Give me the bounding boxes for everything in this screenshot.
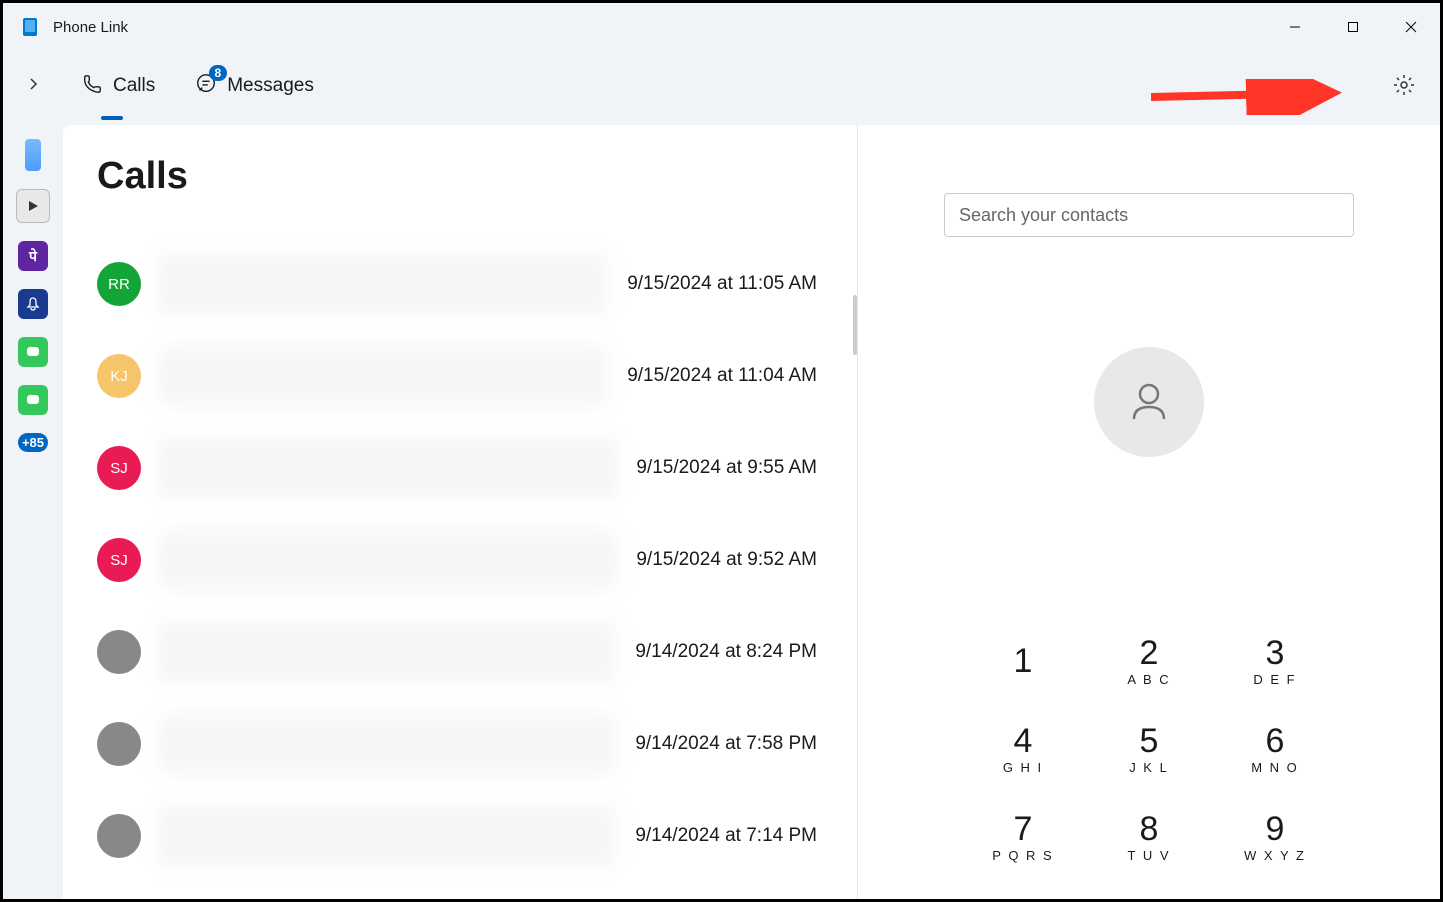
call-row[interactable]: 9/14/2024 at 8:24 PM <box>97 606 857 698</box>
calls-panel: Calls RR 9/15/2024 at 11:05 AM KJ 9/15/2024… <box>63 125 858 899</box>
window-controls <box>1266 3 1440 51</box>
dial-letters: A B C <box>1127 672 1170 687</box>
avatar: RR <box>97 262 141 306</box>
gear-icon <box>1392 73 1416 97</box>
content: Calls RR 9/15/2024 at 11:05 AM KJ 9/15/2024… <box>63 125 1440 899</box>
dial-letters: P Q R S <box>992 848 1053 863</box>
scrollbar[interactable] <box>853 295 857 355</box>
rail-app-purple[interactable]: पे <box>18 241 48 271</box>
search-placeholder: Search your contacts <box>959 205 1128 226</box>
tab-calls[interactable]: Calls <box>81 73 155 100</box>
tab-messages[interactable]: 8 Messages <box>195 73 314 100</box>
dialer-panel: Search your contacts 1 2 A B C 3 D E F 4 G H I… <box>858 125 1440 899</box>
calls-heading: Calls <box>97 155 857 198</box>
call-contact-redacted <box>159 622 615 682</box>
dial-letters: W X Y Z <box>1244 848 1306 863</box>
nav-expand-icon[interactable] <box>27 77 41 96</box>
dial-key-2[interactable]: 2 A B C <box>1086 617 1212 705</box>
dialpad: 1 2 A B C 3 D E F 4 G H I 5 J K L 6 M N O 7 P Q R S 8… <box>960 617 1338 881</box>
minimize-button[interactable] <box>1266 3 1324 51</box>
maximize-button[interactable] <box>1324 3 1382 51</box>
rail-phone-icon[interactable] <box>25 139 41 171</box>
app-icon <box>21 17 41 37</box>
messages-badge: 8 <box>209 65 228 81</box>
call-row[interactable]: 9/14/2024 at 7:58 PM <box>97 698 857 790</box>
call-contact-redacted <box>159 806 615 866</box>
top-nav: Calls 8 Messages <box>3 51 1440 121</box>
titlebar: Phone Link <box>3 3 1440 51</box>
dial-letters: T U V <box>1128 848 1171 863</box>
rail-play-icon[interactable] <box>16 189 50 223</box>
call-timestamp: 9/14/2024 at 7:14 PM <box>635 825 817 847</box>
dial-key-6[interactable]: 6 M N O <box>1212 705 1338 793</box>
avatar <box>97 722 141 766</box>
dial-key-1[interactable]: 1 <box>960 617 1086 705</box>
dial-number: 7 <box>1014 812 1033 846</box>
dial-number: 8 <box>1140 812 1159 846</box>
dial-number: 9 <box>1266 812 1285 846</box>
avatar: SJ <box>97 446 141 490</box>
dial-key-7[interactable]: 7 P Q R S <box>960 793 1086 881</box>
call-contact-redacted <box>159 254 607 314</box>
dial-key-5[interactable]: 5 J K L <box>1086 705 1212 793</box>
dial-key-3[interactable]: 3 D E F <box>1212 617 1338 705</box>
dial-key-8[interactable]: 8 T U V <box>1086 793 1212 881</box>
call-contact-redacted <box>159 438 616 498</box>
call-timestamp: 9/15/2024 at 11:05 AM <box>627 273 817 295</box>
call-contact-redacted <box>159 714 615 774</box>
app-title: Phone Link <box>53 19 128 36</box>
tab-messages-label: Messages <box>227 75 314 97</box>
settings-button[interactable] <box>1392 73 1416 102</box>
left-rail: पे +85 <box>3 121 63 899</box>
dial-number: 1 <box>1014 644 1033 678</box>
call-row[interactable]: KJ 9/15/2024 at 11:04 AM <box>97 330 857 422</box>
rail-app-notification[interactable] <box>18 289 48 319</box>
call-row[interactable]: SJ 9/15/2024 at 9:55 AM <box>97 422 857 514</box>
dial-number: 4 <box>1014 724 1033 758</box>
rail-app-messages1[interactable] <box>18 337 48 367</box>
call-timestamp: 9/14/2024 at 8:24 PM <box>635 641 817 663</box>
call-timestamp: 9/14/2024 at 7:58 PM <box>635 733 817 755</box>
dial-letters: G H I <box>1003 760 1043 775</box>
call-row[interactable]: SJ 9/15/2024 at 9:52 AM <box>97 514 857 606</box>
avatar <box>97 814 141 858</box>
dial-number: 5 <box>1140 724 1159 758</box>
main: पे +85 Calls RR 9/15/2024 at 11:05 AM KJ 9/… <box>3 121 1440 899</box>
avatar <box>97 630 141 674</box>
call-contact-redacted <box>159 530 616 590</box>
call-row[interactable]: 9/14/2024 at 7:14 PM <box>97 790 857 882</box>
call-timestamp: 9/15/2024 at 9:52 AM <box>636 549 817 571</box>
call-list: RR 9/15/2024 at 11:05 AM KJ 9/15/2024 at 11… <box>97 238 857 882</box>
call-row[interactable]: RR 9/15/2024 at 11:05 AM <box>97 238 857 330</box>
messages-icon: 8 <box>195 73 217 100</box>
dial-number: 2 <box>1140 636 1159 670</box>
close-button[interactable] <box>1382 3 1440 51</box>
dial-key-9[interactable]: 9 W X Y Z <box>1212 793 1338 881</box>
dial-letters: D E F <box>1253 672 1296 687</box>
rail-app-messages2[interactable] <box>18 385 48 415</box>
dial-letters: M N O <box>1251 760 1299 775</box>
avatar: SJ <box>97 538 141 582</box>
tab-calls-label: Calls <box>113 75 155 97</box>
dial-number: 3 <box>1266 636 1285 670</box>
search-contacts-input[interactable]: Search your contacts <box>944 193 1354 237</box>
call-timestamp: 9/15/2024 at 11:04 AM <box>627 365 817 387</box>
dial-number: 6 <box>1266 724 1285 758</box>
rail-overflow-count[interactable]: +85 <box>18 433 48 452</box>
call-timestamp: 9/15/2024 at 9:55 AM <box>636 457 817 479</box>
contact-avatar-placeholder <box>1094 347 1204 457</box>
call-contact-redacted <box>159 346 607 406</box>
avatar: KJ <box>97 354 141 398</box>
dial-key-4[interactable]: 4 G H I <box>960 705 1086 793</box>
phone-icon <box>81 73 103 100</box>
dial-letters: J K L <box>1129 760 1169 775</box>
person-icon <box>1124 377 1174 427</box>
